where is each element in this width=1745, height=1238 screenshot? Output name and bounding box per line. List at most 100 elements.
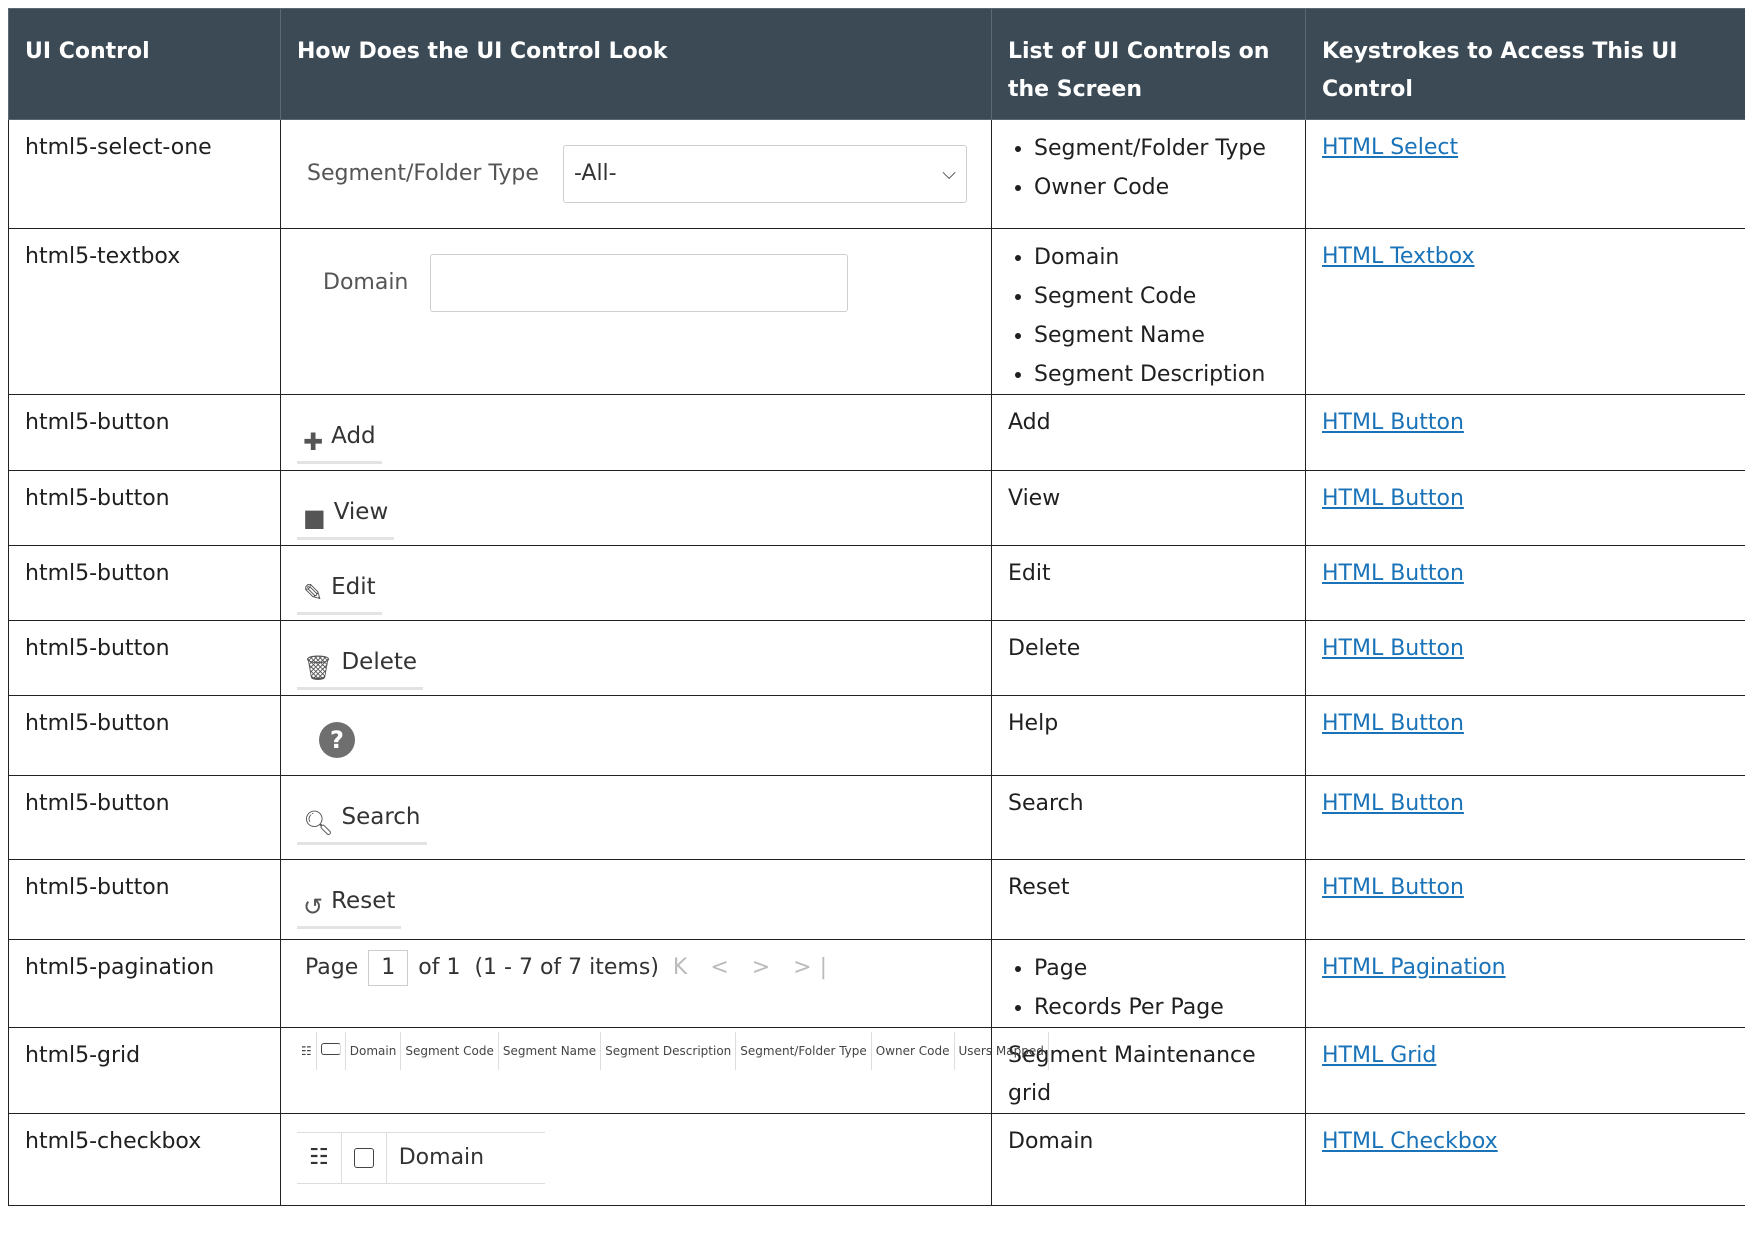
control-look: ☷ Domain Segment Code Segment Name Segme… [280, 1027, 1049, 1114]
html-select-link[interactable]: HTML Select [1322, 135, 1458, 160]
pagination-nav-icons[interactable]: K < > >| [673, 949, 835, 987]
control-list: Edit [991, 545, 1306, 621]
select-value: -All- [573, 161, 617, 186]
header-look: How Does the UI Control Look [280, 8, 992, 120]
help-icon[interactable]: ? [319, 722, 355, 758]
control-name: html5-checkbox [8, 1113, 281, 1206]
keystroke-link-cell: HTML Select [1305, 119, 1745, 229]
control-name: html5-textbox [8, 228, 281, 395]
keystroke-link-cell: HTML Button [1305, 775, 1745, 860]
html-pagination-link[interactable]: HTML Pagination [1322, 955, 1506, 980]
button-label: Reset [331, 888, 396, 914]
control-list: Domain Segment Code Segment Name Segment… [991, 228, 1306, 395]
edit-button[interactable]: ✎ Edit [297, 568, 382, 615]
hierarchy-icon: ☷ [297, 1032, 317, 1070]
table-row: html5-checkbox ☷ Domain Domain HTML Chec… [8, 1113, 1745, 1206]
html-grid-link[interactable]: HTML Grid [1322, 1043, 1436, 1068]
html-button-link[interactable]: HTML Button [1322, 875, 1464, 900]
header-list: List of UI Controls on the Screen [991, 8, 1306, 120]
document-icon: ■ [303, 504, 326, 532]
keystroke-link-cell: HTML Button [1305, 394, 1745, 471]
control-look: ☷ Domain [280, 1113, 992, 1206]
control-look: Page 1 of 1 (1 - 7 of 7 items) K < > >| [280, 939, 992, 1028]
reset-icon: ↺ [303, 893, 324, 921]
items-range: (1 - 7 of 7 items) [474, 955, 659, 980]
table-row: html5-button ✎ Edit Edit HTML Button [8, 545, 1745, 621]
control-list: Search [991, 775, 1306, 860]
edit-icon: ✎ [303, 579, 324, 607]
keystroke-link-cell: HTML Button [1305, 470, 1745, 546]
trash-icon: 🗑 [303, 654, 334, 682]
control-list: Help [991, 695, 1306, 776]
grid-col-segment-folder-type[interactable]: Segment/Folder Type [736, 1032, 872, 1070]
html-button-link[interactable]: HTML Button [1322, 410, 1464, 435]
button-label: Add [331, 423, 376, 449]
control-name: html5-button [8, 695, 281, 776]
add-button[interactable]: ✚ Add [297, 417, 382, 464]
reset-button[interactable]: ↺ Reset [297, 882, 402, 929]
control-name: html5-select-one [8, 119, 281, 229]
domain-textbox[interactable] [430, 254, 849, 312]
grid-col-owner-code[interactable]: Owner Code [872, 1032, 955, 1070]
html-button-link[interactable]: HTML Button [1322, 636, 1464, 661]
html-button-link[interactable]: HTML Button [1322, 711, 1464, 736]
list-item: Segment Description [1034, 355, 1289, 394]
control-name: html5-button [8, 620, 281, 696]
control-name: html5-button [8, 545, 281, 621]
control-list: Add [991, 394, 1306, 471]
view-button[interactable]: ■ View [297, 493, 395, 540]
keystroke-link-cell: HTML Button [1305, 859, 1745, 940]
list-item: Segment Name [1034, 316, 1289, 355]
table-row: html5-select-one Segment/Folder Type -Al… [8, 119, 1745, 229]
list-item: Records Per Page [1034, 988, 1289, 1027]
control-list: PageRecords Per Page [991, 939, 1306, 1028]
grid-col-users-mapped[interactable]: Users Mapped [955, 1032, 1049, 1070]
table-row: html5-grid ☷ Domain Segment Code Segment… [8, 1027, 1745, 1114]
checkbox-label: Domain [398, 1145, 485, 1170]
html-textbox-link[interactable]: HTML Textbox [1322, 244, 1474, 269]
control-look: Domain [280, 228, 992, 395]
grid-col-segment-name[interactable]: Segment Name [499, 1032, 602, 1070]
control-name: html5-grid [8, 1027, 281, 1114]
grid-col-segment-description[interactable]: Segment Description [601, 1032, 737, 1070]
control-name: html5-pagination [8, 939, 281, 1028]
segment-type-select[interactable]: -All- ⌵ [562, 145, 967, 203]
grid-col-segment-code[interactable]: Segment Code [401, 1032, 499, 1070]
table-row: html5-button 🔍︎ Search Search HTML Button [8, 775, 1745, 860]
checkbox-header: ☷ Domain [297, 1132, 545, 1184]
textbox-label: Domain [323, 270, 409, 295]
page-label: Page [305, 955, 359, 980]
grid-col-domain[interactable]: Domain [346, 1032, 402, 1070]
table-row: html5-button 🗑 Delete Delete HTML Button [8, 620, 1745, 696]
control-list: Segment/Folder TypeOwner Code [991, 119, 1306, 229]
search-button[interactable]: 🔍︎ Search [297, 798, 427, 845]
table-row: html5-pagination Page 1 of 1 (1 - 7 of 7… [8, 939, 1745, 1028]
list-item: Page [1034, 949, 1289, 988]
control-list: Domain [991, 1113, 1306, 1206]
button-label: View [333, 499, 389, 525]
html-button-link[interactable]: HTML Button [1322, 561, 1464, 586]
grid-checkbox[interactable] [317, 1032, 346, 1070]
control-look: ↺ Reset [280, 859, 992, 940]
hierarchy-icon: ☷ [297, 1133, 342, 1183]
keystroke-link-cell: HTML Button [1305, 620, 1745, 696]
table-row: html5-button ■ View View HTML Button [8, 470, 1745, 546]
chevron-down-icon: ⌵ [942, 163, 956, 184]
keystroke-link-cell: HTML Button [1305, 545, 1745, 621]
list-item: Segment/Folder Type [1034, 129, 1289, 168]
domain-checkbox[interactable] [342, 1133, 387, 1183]
control-look: 🔍︎ Search [280, 775, 992, 860]
page-number-input[interactable]: 1 [368, 950, 409, 986]
table-row: html5-button ✚ Add Add HTML Button [8, 394, 1745, 471]
delete-button[interactable]: 🗑 Delete [297, 643, 424, 690]
list-item: Segment Code [1034, 277, 1289, 316]
html-button-link[interactable]: HTML Button [1322, 486, 1464, 511]
control-list: View [991, 470, 1306, 546]
control-look: Segment/Folder Type -All- ⌵ [280, 119, 992, 229]
keystroke-link-cell: HTML Checkbox [1305, 1113, 1745, 1206]
header-keystrokes: Keystrokes to Access This UI Control [1305, 8, 1745, 120]
table-row: html5-button ? Help HTML Button [8, 695, 1745, 776]
html-checkbox-link[interactable]: HTML Checkbox [1322, 1129, 1498, 1154]
button-label: Search [341, 804, 421, 830]
html-button-link[interactable]: HTML Button [1322, 791, 1464, 816]
